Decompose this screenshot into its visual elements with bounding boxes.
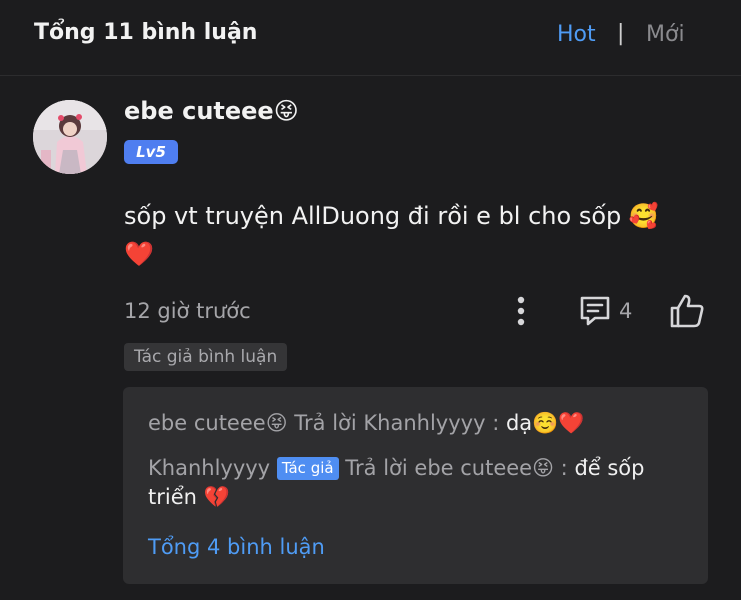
author-badge: Tác giả [276, 457, 339, 480]
reply-target: ebe cuteee😝 : [414, 456, 568, 480]
reply-username[interactable]: Khanhlyyyy [148, 456, 270, 480]
sort-separator: | [617, 21, 625, 46]
comment-icon[interactable] [578, 293, 612, 329]
level-badge: Lv5 [124, 140, 178, 164]
comments-header: Tổng 11 bình luận Hot | Mới [0, 0, 741, 76]
comment-text-line1: sốp vt truyện AllDuong đi rồi e bl cho s… [124, 202, 659, 230]
sort-new-tab[interactable]: Mới [646, 22, 685, 47]
comment-text: sốp vt truyện AllDuong đi rồi e bl cho s… [124, 197, 704, 273]
comments-count-title: Tổng 11 bình luận [34, 20, 258, 45]
reply-action: Trả lời [345, 456, 408, 480]
sort-hot-tab[interactable]: Hot [557, 22, 596, 47]
reply-count: 4 [619, 299, 633, 323]
comment-text-line2: ❤️ [124, 240, 154, 268]
reply-target: Khanhlyyyy : [363, 411, 500, 435]
reply-action: Trả lời [294, 411, 357, 435]
replies-box: ebe cuteee😝 Trả lời Khanhlyyyy : dạ☺️❤️ … [123, 387, 708, 584]
reply-text: dạ☺️❤️ [505, 411, 585, 435]
reply-item[interactable]: ebe cuteee😝 Trả lời Khanhlyyyy : dạ☺️❤️ [148, 411, 584, 436]
view-all-replies-link[interactable]: Tổng 4 bình luận [148, 535, 325, 559]
more-vertical-icon[interactable] [509, 294, 533, 330]
comment-username[interactable]: ebe cuteee😝 [124, 97, 299, 125]
comment-time: 12 giờ trước [124, 299, 251, 323]
avatar[interactable] [33, 100, 107, 174]
thumbs-up-icon[interactable] [668, 292, 706, 330]
reply-item[interactable]: Khanhlyyyy Tác giả Trả lời ebe cuteee😝 :… [148, 454, 688, 512]
avatar-image [33, 100, 107, 174]
reply-username[interactable]: ebe cuteee😝 [148, 411, 288, 435]
author-commented-badge: Tác giả bình luận [124, 343, 288, 371]
